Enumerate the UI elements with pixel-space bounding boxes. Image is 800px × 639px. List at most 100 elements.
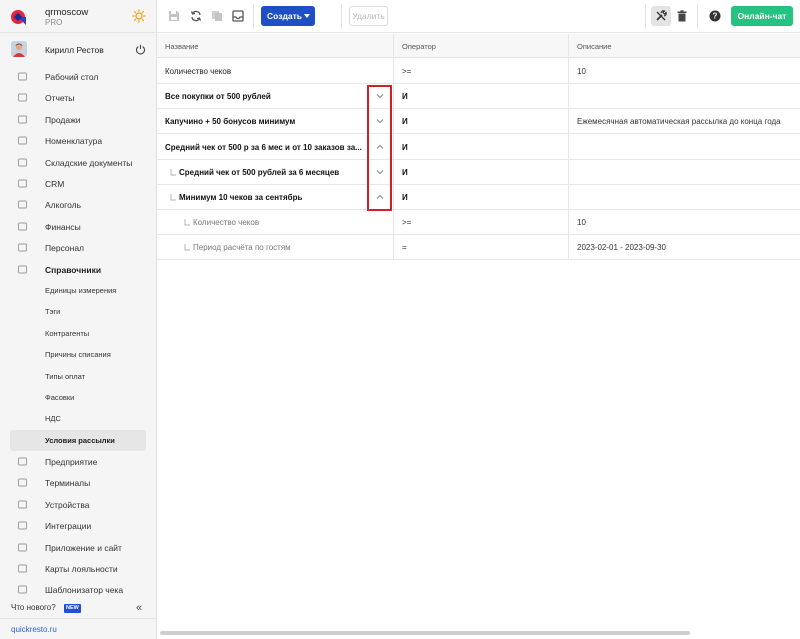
sidebar-item-terminal[interactable]: Терминалы	[0, 472, 157, 493]
user-profile[interactable]: Кирилл Рестов	[0, 36, 157, 62]
cell-description: 10	[577, 67, 586, 76]
sidebar-item-enterprise[interactable]: Предприятие	[0, 451, 157, 472]
brand-header[interactable]: qrmoscow PRO	[0, 0, 157, 33]
cell-description: 10	[577, 218, 586, 228]
subnav-item[interactable]: Типы оплат	[10, 366, 146, 387]
subnav-item-label: Контрагенты	[45, 328, 90, 338]
trash-icon[interactable]	[676, 10, 688, 22]
column-divider	[393, 34, 394, 260]
cell-name: Все покупки от 500 рублей	[165, 92, 271, 102]
create-button[interactable]: Создать	[261, 6, 315, 26]
sidebar-item-label: Предприятие	[45, 457, 98, 467]
sidebar-item-label: Складские документы	[45, 157, 133, 168]
cell-operator: И	[402, 117, 408, 127]
tools-button[interactable]	[651, 6, 671, 26]
company-name: qrmoscow	[45, 7, 89, 18]
theme-sun-icon[interactable]	[132, 9, 146, 23]
receipt-template-icon	[18, 585, 27, 594]
toolbar-divider	[253, 4, 254, 29]
sidebar-item-reports[interactable]: Отчеты	[0, 87, 157, 108]
subnav-item-label: НДС	[45, 414, 61, 424]
site-link[interactable]: quickresto.ru	[11, 625, 57, 634]
sidebar-item-label: Интеграции	[45, 521, 92, 532]
brand-logo-icon	[11, 10, 26, 25]
chevron-highlight-box	[367, 85, 392, 211]
help-icon[interactable]: ?	[709, 10, 721, 22]
column-header-description[interactable]: Описание	[577, 42, 612, 51]
cell-name: Количество чеков	[165, 67, 232, 76]
sidebar-item-loyalty-card[interactable]: Карты лояльности	[0, 558, 157, 579]
table-header: Название Оператор Описание	[157, 34, 800, 58]
table-row[interactable]: Капучино + 50 бонусов минимум И Ежемесячна…	[157, 109, 800, 135]
whats-new-link[interactable]: Что нового?	[11, 603, 56, 612]
sidebar-item-app[interactable]: Приложение и сайт	[0, 537, 157, 558]
power-icon[interactable]	[135, 44, 146, 55]
cell-operator: И	[402, 193, 408, 202]
sidebar-item-label: Финансы	[45, 221, 81, 232]
table-row[interactable]: Минимум 10 чеков за сентябрь И	[157, 185, 800, 210]
sidebar-item-label: Справочники	[45, 264, 102, 275]
cell-name: Количество чеков	[193, 218, 260, 228]
staff-icon	[18, 243, 27, 252]
sidebar-item-receipt-template[interactable]: Шаблонизатор чека	[0, 579, 157, 600]
cell-operator: И	[402, 142, 408, 152]
table-row[interactable]: Количество чеков >= 10	[157, 59, 800, 84]
avatar	[11, 41, 27, 57]
subnav-item[interactable]: Тэги	[10, 301, 146, 322]
sidebar-item-directory[interactable]: Справочники	[0, 259, 157, 280]
toolbar-divider	[645, 4, 646, 29]
table-row[interactable]: Все покупки от 500 рублей И	[157, 84, 800, 110]
column-header-operator[interactable]: Оператор	[402, 42, 436, 51]
subnav-item[interactable]: Контрагенты	[10, 323, 146, 344]
sidebar-item-staff[interactable]: Персонал	[0, 237, 157, 258]
table-row[interactable]: Средний чек от 500 р за 6 мес и от 10 за…	[157, 135, 800, 160]
table-row[interactable]: Средний чек от 500 рублей за 6 месяцев И	[157, 160, 800, 185]
sidebar-item-integrations[interactable]: Интеграции	[0, 515, 157, 536]
sidebar-item-label: Продажи	[45, 114, 81, 125]
reports-icon	[18, 93, 27, 102]
cell-operator: =	[402, 243, 407, 253]
subnav-item[interactable]: Условия рассылки	[10, 429, 146, 451]
subnav-item[interactable]: Причины списания	[10, 344, 146, 365]
sidebar-item-printer[interactable]: Устройства	[0, 494, 157, 515]
refresh-icon[interactable]	[190, 10, 202, 22]
subnav-item-label: Фасовки	[45, 393, 75, 402]
cell-operator: И	[402, 167, 408, 177]
toolbar: Создать Удалить ? Онлайн-чат	[157, 0, 800, 33]
enterprise-icon	[18, 457, 27, 466]
sidebar-item-crm[interactable]: CRM	[0, 173, 157, 194]
subnav-item-label: Причины списания	[45, 350, 111, 360]
nomenclature-icon	[18, 136, 27, 145]
copy-icon[interactable]	[211, 10, 223, 22]
svg-text:?: ?	[713, 12, 718, 21]
new-badge: NEW	[64, 604, 81, 613]
sidebar: qrmoscow PRO Кирилл Рестов Рабочий стол О…	[0, 0, 157, 639]
delete-button[interactable]: Удалить	[349, 6, 388, 26]
cell-description: 2023-02-01 - 2023-09-30	[577, 243, 666, 253]
online-chat-button[interactable]: Онлайн-чат	[731, 6, 793, 26]
subnav-item[interactable]: Фасовки	[10, 387, 146, 408]
sidebar-item-nomenclature[interactable]: Номенклатура	[0, 130, 157, 151]
sidebar-item-label: Алкоголь	[45, 200, 82, 211]
subnav-item[interactable]: Единицы измерения	[10, 280, 146, 301]
subnav-item[interactable]: НДС	[10, 408, 146, 429]
inbox-icon[interactable]	[232, 10, 244, 22]
horizontal-scrollbar[interactable]	[160, 631, 690, 635]
table-row[interactable]: Период расчёта по гостям = 2023-02-01 - 20…	[157, 235, 800, 261]
sidebar-item-sales[interactable]: Продажи	[0, 109, 157, 130]
create-label: Создать	[267, 11, 302, 21]
column-divider	[568, 34, 569, 260]
save-icon[interactable]	[168, 10, 180, 22]
table-row[interactable]: Количество чеков >= 10	[157, 210, 800, 236]
alcohol-icon	[18, 200, 27, 209]
printer-icon	[18, 500, 27, 509]
toolbar-divider	[697, 4, 698, 29]
collapse-sidebar-button[interactable]: «	[136, 602, 142, 614]
app-icon	[18, 543, 27, 552]
sidebar-item-alcohol[interactable]: Алкоголь	[0, 194, 157, 215]
column-header-name[interactable]: Название	[165, 42, 199, 51]
sidebar-item-finance[interactable]: Финансы	[0, 216, 157, 237]
cell-name: Средний чек от 500 рублей за 6 месяцев	[179, 167, 340, 177]
sidebar-item-dashboard[interactable]: Рабочий стол	[0, 66, 157, 87]
sidebar-item-warehouse[interactable]: Складские документы	[0, 152, 157, 173]
